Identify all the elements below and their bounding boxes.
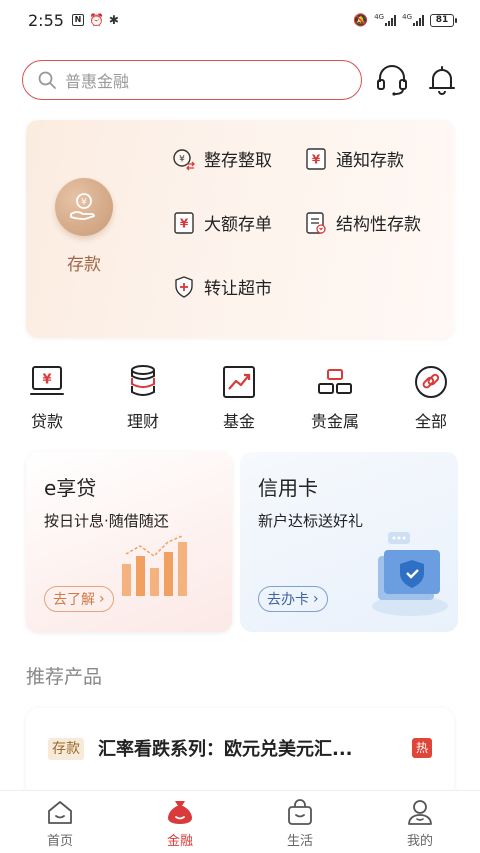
bar-growth-illustration <box>122 535 187 596</box>
gold-bars-icon <box>318 369 352 394</box>
status-right: 🔕 4G 4G 81 <box>353 13 457 27</box>
signal-2: 4G <box>402 14 424 26</box>
deposit-item-label: 转让超市 <box>204 279 272 299</box>
quick-item-label: 基金 <box>222 412 255 431</box>
promo-card-credit-card[interactable]: 信用卡 新户达标送好礼 去办卡 › <box>240 452 458 632</box>
signal-bars-icon <box>413 14 424 26</box>
shield-card-illustration <box>372 532 448 616</box>
coin-exchange-icon: ¥ <box>173 148 195 170</box>
apply-card-button[interactable]: 去办卡 › <box>258 586 328 612</box>
deposit-item-transfer-market[interactable]: 转让超市 <box>172 274 272 299</box>
quick-item-precious-metals[interactable]: 贵金属 <box>300 364 370 432</box>
svg-text:¥: ¥ <box>179 154 185 164</box>
svg-text:¥: ¥ <box>81 198 87 208</box>
chart-up-icon <box>223 366 255 398</box>
promo-subtitle: 新户达标送好礼 <box>258 512 364 530</box>
link-circle-icon <box>415 366 447 398</box>
network-type-label: 4G <box>374 13 385 21</box>
bottom-tab-bar: 首页 金融 生活 我的 <box>0 790 480 853</box>
bluetooth-icon: ✱ <box>108 13 119 27</box>
coin-stack-icon <box>131 365 155 396</box>
deposit-item-label: 结构性存款 <box>336 215 421 235</box>
search-row: 普惠金融 <box>22 60 462 100</box>
shield-plus-icon <box>175 275 193 298</box>
tab-label: 我的 <box>406 834 433 849</box>
svg-text:¥: ¥ <box>42 373 51 388</box>
status-left: 2:55 N ⏰ ✱ <box>28 11 119 30</box>
deposit-item-lump-sum[interactable]: ¥ 整存整取 <box>172 146 272 171</box>
chevron-right-icon: › <box>313 591 319 607</box>
yen-card-icon: ¥ <box>174 211 194 234</box>
shopping-bag-icon <box>288 799 312 825</box>
quick-item-label: 全部 <box>414 412 447 431</box>
section-title-recommended: 推荐产品 <box>26 666 103 688</box>
deposit-main-button[interactable]: ¥ 存款 <box>54 178 114 275</box>
home-icon <box>48 801 72 824</box>
tab-life[interactable]: 生活 <box>260 797 340 849</box>
deposit-item-label: 通知存款 <box>336 151 404 171</box>
status-notification-icons: N ⏰ ✱ <box>71 13 119 27</box>
promo-title: 信用卡 <box>258 476 318 500</box>
search-icon <box>38 71 56 89</box>
quick-item-loan[interactable]: ¥ 贷款 <box>12 364 82 432</box>
mute-icon: 🔕 <box>353 13 369 27</box>
tab-label: 金融 <box>166 834 193 849</box>
svg-text:¥: ¥ <box>180 216 189 230</box>
quick-item-wealth[interactable]: 理财 <box>108 364 178 432</box>
promo-button-label: 去办卡 <box>267 592 309 608</box>
quick-item-label: 贵金属 <box>310 412 359 431</box>
deposit-item-label: 整存整取 <box>204 151 272 171</box>
search-input[interactable]: 普惠金融 <box>22 60 362 100</box>
network-type-label: 4G <box>402 13 412 21</box>
quick-item-label: 贷款 <box>30 412 63 431</box>
tab-home[interactable]: 首页 <box>20 797 100 849</box>
learn-more-button[interactable]: 去了解 › <box>44 586 114 612</box>
battery-icon: 81 <box>430 13 457 27</box>
signal-1: 4G <box>374 13 397 26</box>
quick-item-all[interactable]: 全部 <box>396 364 466 432</box>
headset-icon[interactable] <box>374 62 410 98</box>
product-title: 汇率看跌系列：欧元兑美元汇... <box>98 739 353 760</box>
deposit-item-notice[interactable]: ¥ 通知存款 <box>304 146 404 171</box>
quick-item-fund[interactable]: 基金 <box>204 364 274 432</box>
document-icon <box>306 211 326 234</box>
tab-finance[interactable]: 金融 <box>140 797 220 849</box>
deposit-item-large-cd[interactable]: ¥ 大额存单 <box>172 210 272 235</box>
deposit-item-label: 大额存单 <box>204 215 272 235</box>
promo-subtitle: 按日计息·随借随还 <box>44 512 169 530</box>
signal-bars-icon <box>385 14 397 26</box>
product-tag: 存款 <box>48 738 84 760</box>
chevron-right-icon: › <box>99 591 105 607</box>
search-placeholder: 普惠金融 <box>65 72 130 91</box>
status-time: 2:55 <box>28 10 64 30</box>
promo-card-eloan[interactable]: e享贷 按日计息·随借随还 去了解 › <box>26 452 232 632</box>
loan-monitor-icon: ¥ <box>30 366 64 395</box>
quick-menu: ¥ 贷款 理财 基金 贵金属 全部 <box>0 364 480 434</box>
yen-card-icon: ¥ <box>306 147 326 170</box>
tab-label: 首页 <box>46 834 73 849</box>
nfc-icon: N <box>71 14 84 26</box>
tab-mine[interactable]: 我的 <box>380 797 460 849</box>
tab-label: 生活 <box>286 834 313 849</box>
promo-title: e享贷 <box>44 476 97 500</box>
profile-icon <box>408 800 432 825</box>
deposit-hand-icon: ¥ <box>55 178 113 236</box>
svg-text:¥: ¥ <box>312 152 321 166</box>
money-bag-icon <box>168 801 192 824</box>
quick-item-label: 理财 <box>126 412 159 431</box>
alarm-icon: ⏰ <box>88 13 104 27</box>
deposit-item-structured[interactable]: 结构性存款 <box>304 210 421 235</box>
status-bar: 2:55 N ⏰ ✱ 🔕 4G 4G 81 <box>0 0 480 40</box>
deposit-main-label: 存款 <box>67 255 101 275</box>
deposit-card: ¥ 存款 ¥ 整存整取 ¥ 通知存款 ¥ 大额存单 结构性存款 转让超市 <box>26 120 454 338</box>
bell-icon[interactable] <box>424 62 460 98</box>
promo-button-label: 去了解 <box>53 592 95 608</box>
hot-badge: 热 <box>412 738 432 758</box>
